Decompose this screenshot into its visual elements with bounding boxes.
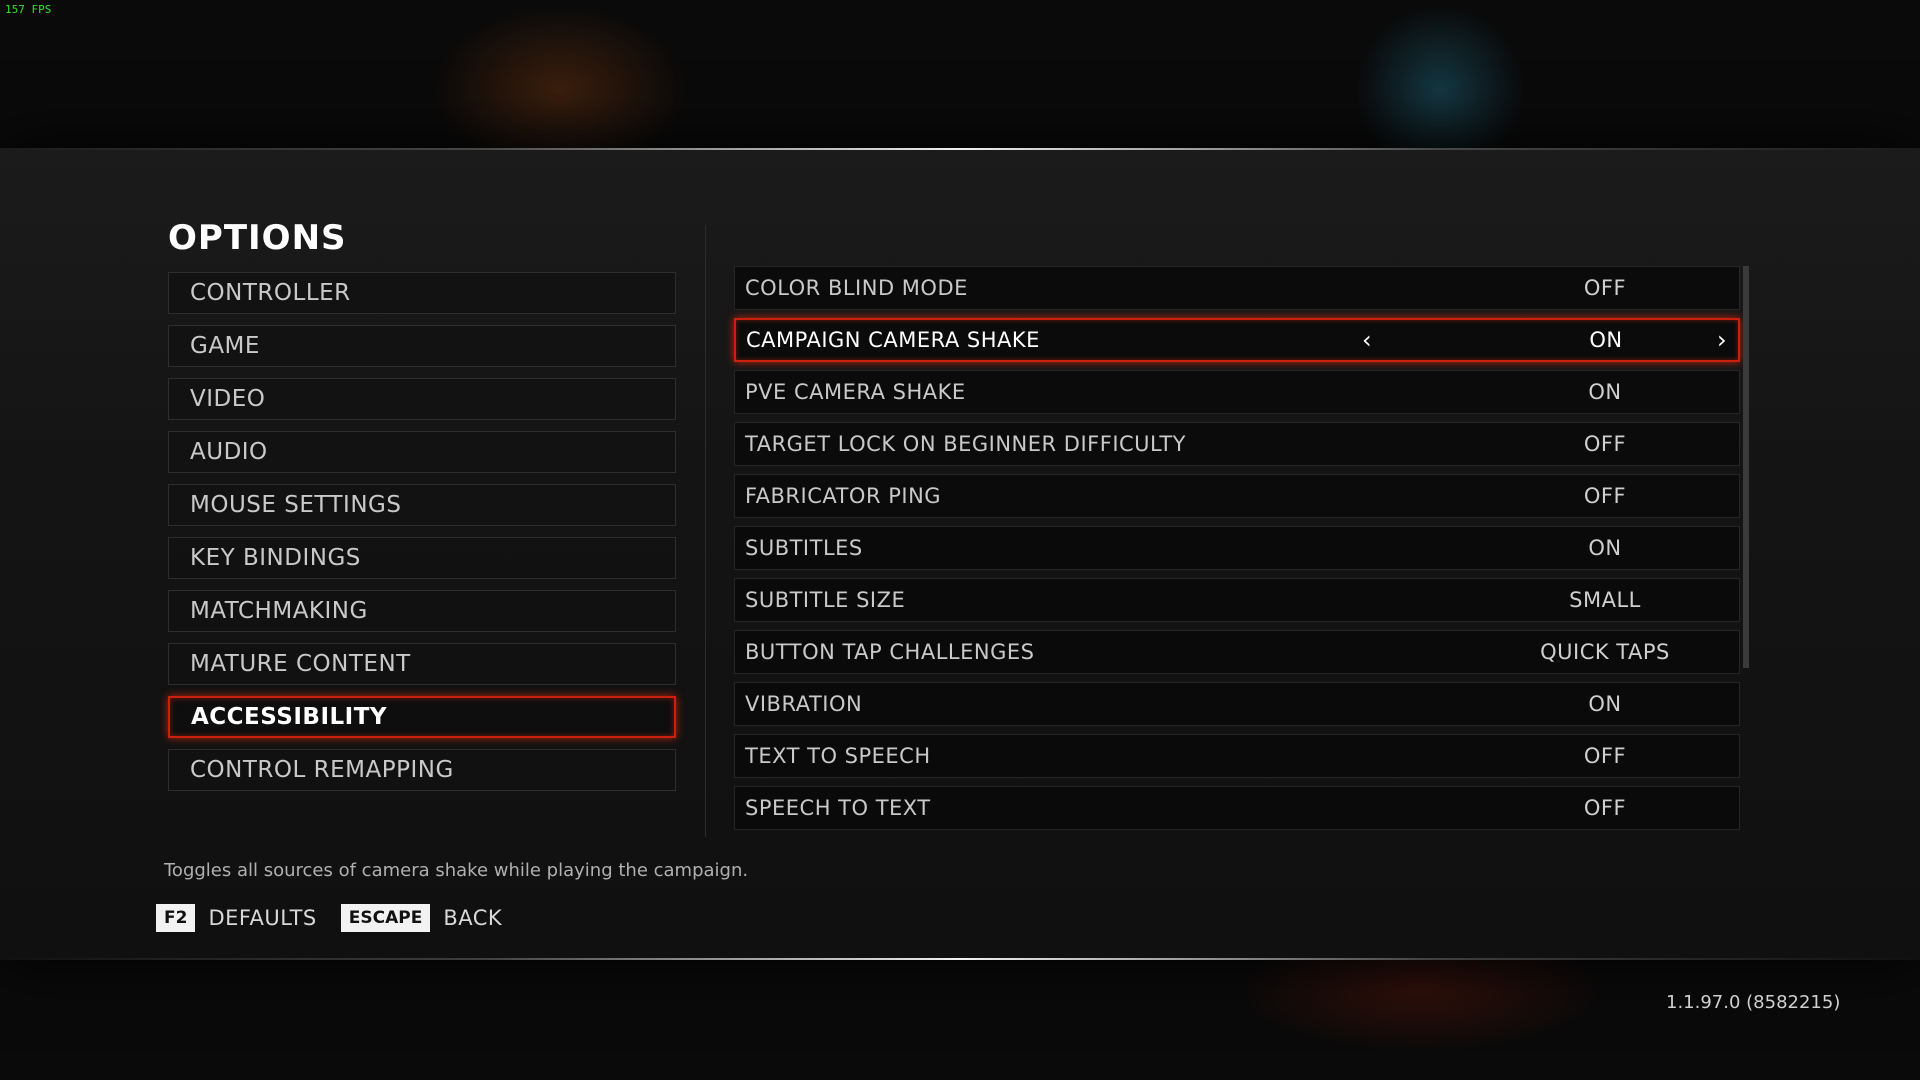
menu-item-label: ACCESSIBILITY (191, 704, 388, 730)
f2-key-hint: F2 (156, 904, 196, 932)
column-divider (705, 225, 706, 837)
menu-item-key-bindings[interactable]: KEY BINDINGS (168, 537, 676, 579)
scrollbar[interactable] (1743, 266, 1749, 668)
menu-item-label: AUDIO (190, 439, 268, 465)
setting-row-vibration[interactable]: VIBRATION ON (734, 682, 1740, 726)
menu-item-matchmaking[interactable]: MATCHMAKING (168, 590, 676, 632)
menu-item-label: KEY BINDINGS (190, 545, 361, 571)
menu-item-mouse-settings[interactable]: MOUSE SETTINGS (168, 484, 676, 526)
panel-bottom-edge (0, 958, 1920, 960)
setting-value: SMALL (1569, 588, 1641, 612)
version-label: 1.1.97.0 (8582215) (1666, 992, 1841, 1013)
setting-value: OFF (1583, 744, 1627, 768)
setting-row-subtitles[interactable]: SUBTITLES ON (734, 526, 1740, 570)
panel-top-edge (0, 148, 1920, 150)
menu-item-controller[interactable]: CONTROLLER (168, 272, 676, 314)
menu-item-mature-content[interactable]: MATURE CONTENT (168, 643, 676, 685)
setting-row-speech-to-text[interactable]: SPEECH TO TEXT OFF (734, 786, 1740, 830)
chevron-right-icon[interactable]: › (1717, 326, 1727, 354)
menu-item-label: CONTROL REMAPPING (190, 757, 454, 783)
setting-value: QUICK TAPS (1540, 640, 1670, 664)
setting-value: ON (1589, 328, 1623, 352)
menu-item-video[interactable]: VIDEO (168, 378, 676, 420)
menu-item-label: MATCHMAKING (190, 598, 368, 624)
setting-row-target-lock[interactable]: TARGET LOCK ON BEGINNER DIFFICULTY OFF (734, 422, 1740, 466)
setting-value: OFF (1583, 276, 1627, 300)
setting-value: ON (1588, 380, 1622, 404)
menu-item-control-remapping[interactable]: CONTROL REMAPPING (168, 749, 676, 791)
menu-item-label: MOUSE SETTINGS (190, 492, 402, 518)
page-title: OPTIONS (168, 218, 347, 258)
setting-value: OFF (1583, 484, 1627, 508)
fps-counter: 157 FPS (5, 3, 52, 16)
setting-value: ON (1588, 692, 1622, 716)
defaults-button[interactable]: DEFAULTS (208, 906, 316, 930)
setting-row-fabricator-ping[interactable]: FABRICATOR PING OFF (734, 474, 1740, 518)
setting-row-button-tap-challenges[interactable]: BUTTON TAP CHALLENGES QUICK TAPS (734, 630, 1740, 674)
setting-row-text-to-speech[interactable]: TEXT TO SPEECH OFF (734, 734, 1740, 778)
escape-key-hint: ESCAPE (340, 904, 431, 932)
menu-item-game[interactable]: GAME (168, 325, 676, 367)
menu-item-label: CONTROLLER (190, 280, 351, 306)
chevron-left-icon[interactable]: ‹ (1362, 326, 1372, 354)
options-menu: CONTROLLER GAME VIDEO AUDIO MOUSE SETTIN… (168, 272, 676, 802)
menu-item-audio[interactable]: AUDIO (168, 431, 676, 473)
setting-row-pve-camera-shake[interactable]: PVE CAMERA SHAKE ON (734, 370, 1740, 414)
setting-description: Toggles all sources of camera shake whil… (164, 860, 749, 881)
menu-item-label: MATURE CONTENT (190, 651, 411, 677)
menu-item-accessibility[interactable]: ACCESSIBILITY (168, 696, 676, 738)
setting-value: OFF (1583, 432, 1627, 456)
setting-row-campaign-camera-shake[interactable]: CAMPAIGN CAMERA SHAKE ‹ ON › (734, 318, 1740, 362)
setting-value: OFF (1583, 796, 1627, 820)
menu-item-label: VIDEO (190, 386, 266, 412)
setting-row-subtitle-size[interactable]: SUBTITLE SIZE SMALL (734, 578, 1740, 622)
setting-row-color-blind-mode[interactable]: COLOR BLIND MODE OFF (734, 266, 1740, 310)
footer-hints: F2 DEFAULTS ESCAPE BACK (156, 904, 526, 932)
back-button[interactable]: BACK (443, 906, 502, 930)
setting-value: ON (1588, 536, 1622, 560)
settings-list: COLOR BLIND MODE OFF CAMPAIGN CAMERA SHA… (734, 266, 1740, 838)
menu-item-label: GAME (190, 333, 260, 359)
